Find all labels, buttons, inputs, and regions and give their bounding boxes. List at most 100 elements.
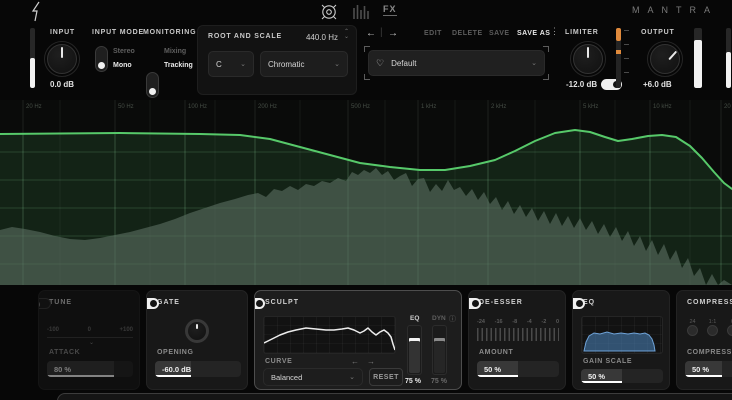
input-mode-option-stereo[interactable]: Stereo xyxy=(113,48,135,55)
curve-type-value: Balanced xyxy=(271,373,302,382)
chevron-down-icon: ⌄ xyxy=(334,60,340,68)
output-value: +6.0 dB xyxy=(643,80,672,89)
eq-gain-scale-label: GAIN SCALE xyxy=(583,358,632,365)
tune-range-scale: -1000+100 xyxy=(47,327,133,333)
preset-save-as-button[interactable]: SAVE AS xyxy=(517,30,550,37)
eq-gain-scale-slider[interactable]: 50 % xyxy=(581,369,663,383)
sculpt-dyn-slider[interactable] xyxy=(432,325,447,375)
curve-prev-arrow-icon[interactable]: ← xyxy=(351,357,359,366)
curve-type-dropdown[interactable]: Balanced ⌄ xyxy=(263,368,363,386)
deesser-amount-slider[interactable]: 50 % xyxy=(477,361,559,377)
compressor-amount-slider[interactable]: 50 % xyxy=(685,361,732,377)
deesser-toggle[interactable] xyxy=(468,298,481,309)
tune-toggle[interactable] xyxy=(38,298,51,309)
input-knob[interactable] xyxy=(47,44,77,74)
sculpt-eq-value: 75 % xyxy=(405,378,421,385)
eq-toggle[interactable] xyxy=(572,298,585,309)
output-label: OUTPUT xyxy=(641,29,675,36)
fx-view-icon[interactable]: FX xyxy=(383,4,397,16)
preset-edit-button[interactable]: EDIT xyxy=(424,30,442,37)
spectrum-analyzer[interactable]: 20 Hz50 Hz100 Hz200 Hz500 Hz1 kHz2 kHz5 … xyxy=(0,100,732,285)
svg-text:1 kHz: 1 kHz xyxy=(421,104,436,110)
brand-logo-icon xyxy=(27,1,47,22)
tune-range-track[interactable] xyxy=(47,337,133,338)
gate-knob[interactable] xyxy=(185,319,209,343)
preset-delete-button[interactable]: DELETE xyxy=(452,30,483,37)
bottom-drawer-handle[interactable] xyxy=(57,393,732,400)
chevron-down-icon: ⌄ xyxy=(240,60,246,68)
compressor-amount-label: COMPRESS xyxy=(687,349,732,356)
chevron-down-icon: ⌄ xyxy=(531,59,537,67)
tune-attack-slider[interactable]: 80 % xyxy=(47,361,133,377)
input-label: INPUT xyxy=(50,29,75,36)
output-knob[interactable] xyxy=(650,44,680,74)
limiter-value: -12.0 dB xyxy=(566,80,597,89)
tuning-stepper-icon[interactable]: ⌃⌄ xyxy=(344,30,349,40)
svg-text:5 kHz: 5 kHz xyxy=(583,104,598,110)
preset-prev-arrow-icon[interactable]: ← xyxy=(366,28,376,39)
input-mode-toggle[interactable] xyxy=(95,46,108,72)
tune-attack-label: ATTACK xyxy=(49,349,80,356)
preset-kebab-menu-icon[interactable]: ⋮ xyxy=(550,26,559,37)
limiter-meter-ticks xyxy=(624,30,630,88)
info-icon[interactable]: ⓘ xyxy=(449,314,456,324)
module-deesser: DE-ESSER -24-16 -8-4 -20 AMOUNT 50 % xyxy=(468,290,566,390)
preset-selector-frame: ♡ Default ⌄ xyxy=(364,46,549,80)
module-gate: GATE OPENING -60.0 dB xyxy=(146,290,248,390)
compressor-knobs: 24 1:1 0 xyxy=(687,319,732,336)
spectrum-canvas: 20 Hz50 Hz100 Hz200 Hz500 Hz1 kHz2 kHz5 … xyxy=(0,100,732,285)
monitoring-option-mixing[interactable]: Mixing xyxy=(164,48,186,55)
svg-text:10 kHz: 10 kHz xyxy=(653,104,672,110)
monitoring-option-tracking[interactable]: Tracking xyxy=(164,62,193,69)
meters-view-icon[interactable] xyxy=(352,4,369,20)
limiter-knob[interactable] xyxy=(573,44,603,74)
module-eq: EQ GAIN SCALE 50 % xyxy=(572,290,670,390)
svg-text:20 kHz: 20 kHz xyxy=(724,104,732,110)
sculpt-dyn-value: 75 % xyxy=(431,378,447,385)
svg-text:200 Hz: 200 Hz xyxy=(258,104,277,110)
sculpt-reset-button[interactable]: RESET xyxy=(369,368,403,386)
sculpt-toggle[interactable] xyxy=(254,298,265,309)
compressor-knob-2[interactable]: 1:1 xyxy=(707,319,718,336)
gate-title: GATE xyxy=(157,299,180,306)
compressor-knob-3[interactable]: 0 xyxy=(727,319,732,336)
sculpt-title: SCULPT xyxy=(265,299,299,306)
gate-opening-slider[interactable]: -60.0 dB xyxy=(155,361,241,377)
gate-toggle[interactable] xyxy=(146,298,159,309)
input-meter xyxy=(30,28,35,88)
preset-name: Default xyxy=(391,59,416,68)
deesser-scale-labels: -24-16 -8-4 -20 xyxy=(477,319,559,325)
output-meter xyxy=(694,28,702,88)
root-note-value: C xyxy=(216,60,222,69)
tuning-value[interactable]: 440.0 Hz xyxy=(306,33,338,42)
preset-arrow-divider: | xyxy=(380,27,383,38)
sculpt-curve-display[interactable] xyxy=(263,316,396,354)
preset-dropdown[interactable]: ♡ Default ⌄ xyxy=(368,50,545,76)
module-compressor: COMPRESSOR 24 1:1 0 COMPRESS 50 % xyxy=(676,290,732,390)
root-note-dropdown[interactable]: C ⌄ xyxy=(208,51,254,77)
deesser-gr-meter xyxy=(477,328,559,341)
compressor-knob-1[interactable]: 24 xyxy=(687,319,698,336)
tune-range-caret-icon: ⌄ xyxy=(89,339,94,346)
curve-next-arrow-icon[interactable]: → xyxy=(367,357,375,366)
heart-icon[interactable]: ♡ xyxy=(376,58,384,69)
deesser-amount-label: AMOUNT xyxy=(479,349,513,356)
sculpt-eq-slider[interactable] xyxy=(407,325,422,375)
sculpt-eq-label: EQ xyxy=(410,315,419,322)
eq-curve-display[interactable] xyxy=(581,316,663,354)
chevron-down-icon: ⌄ xyxy=(349,373,355,381)
module-sculpt: SCULPT CURVE ← → Balanced ⌄ RESET EQ DYN… xyxy=(254,290,462,390)
tune-title: TUNE xyxy=(49,299,72,306)
input-mode-option-mono[interactable]: Mono xyxy=(113,62,132,69)
sculpt-dyn-label: DYN xyxy=(432,315,446,322)
compressor-title: COMPRESSOR xyxy=(687,299,732,306)
preset-save-button[interactable]: SAVE xyxy=(489,30,510,37)
tuner-view-icon[interactable] xyxy=(320,3,338,21)
monitoring-label: MONITORING xyxy=(143,29,196,36)
plugin-window: FX MANTRA INPUT 0.0 dB INPUT MODE Stereo… xyxy=(0,0,732,400)
preset-next-arrow-icon[interactable]: → xyxy=(388,28,398,39)
scale-dropdown[interactable]: Chromatic ⌄ xyxy=(260,51,348,77)
monitoring-toggle[interactable] xyxy=(146,72,159,98)
svg-text:2 kHz: 2 kHz xyxy=(491,104,506,110)
root-scale-panel: ROOT AND SCALE 440.0 Hz ⌃⌄ C ⌄ Chromatic… xyxy=(197,25,357,95)
